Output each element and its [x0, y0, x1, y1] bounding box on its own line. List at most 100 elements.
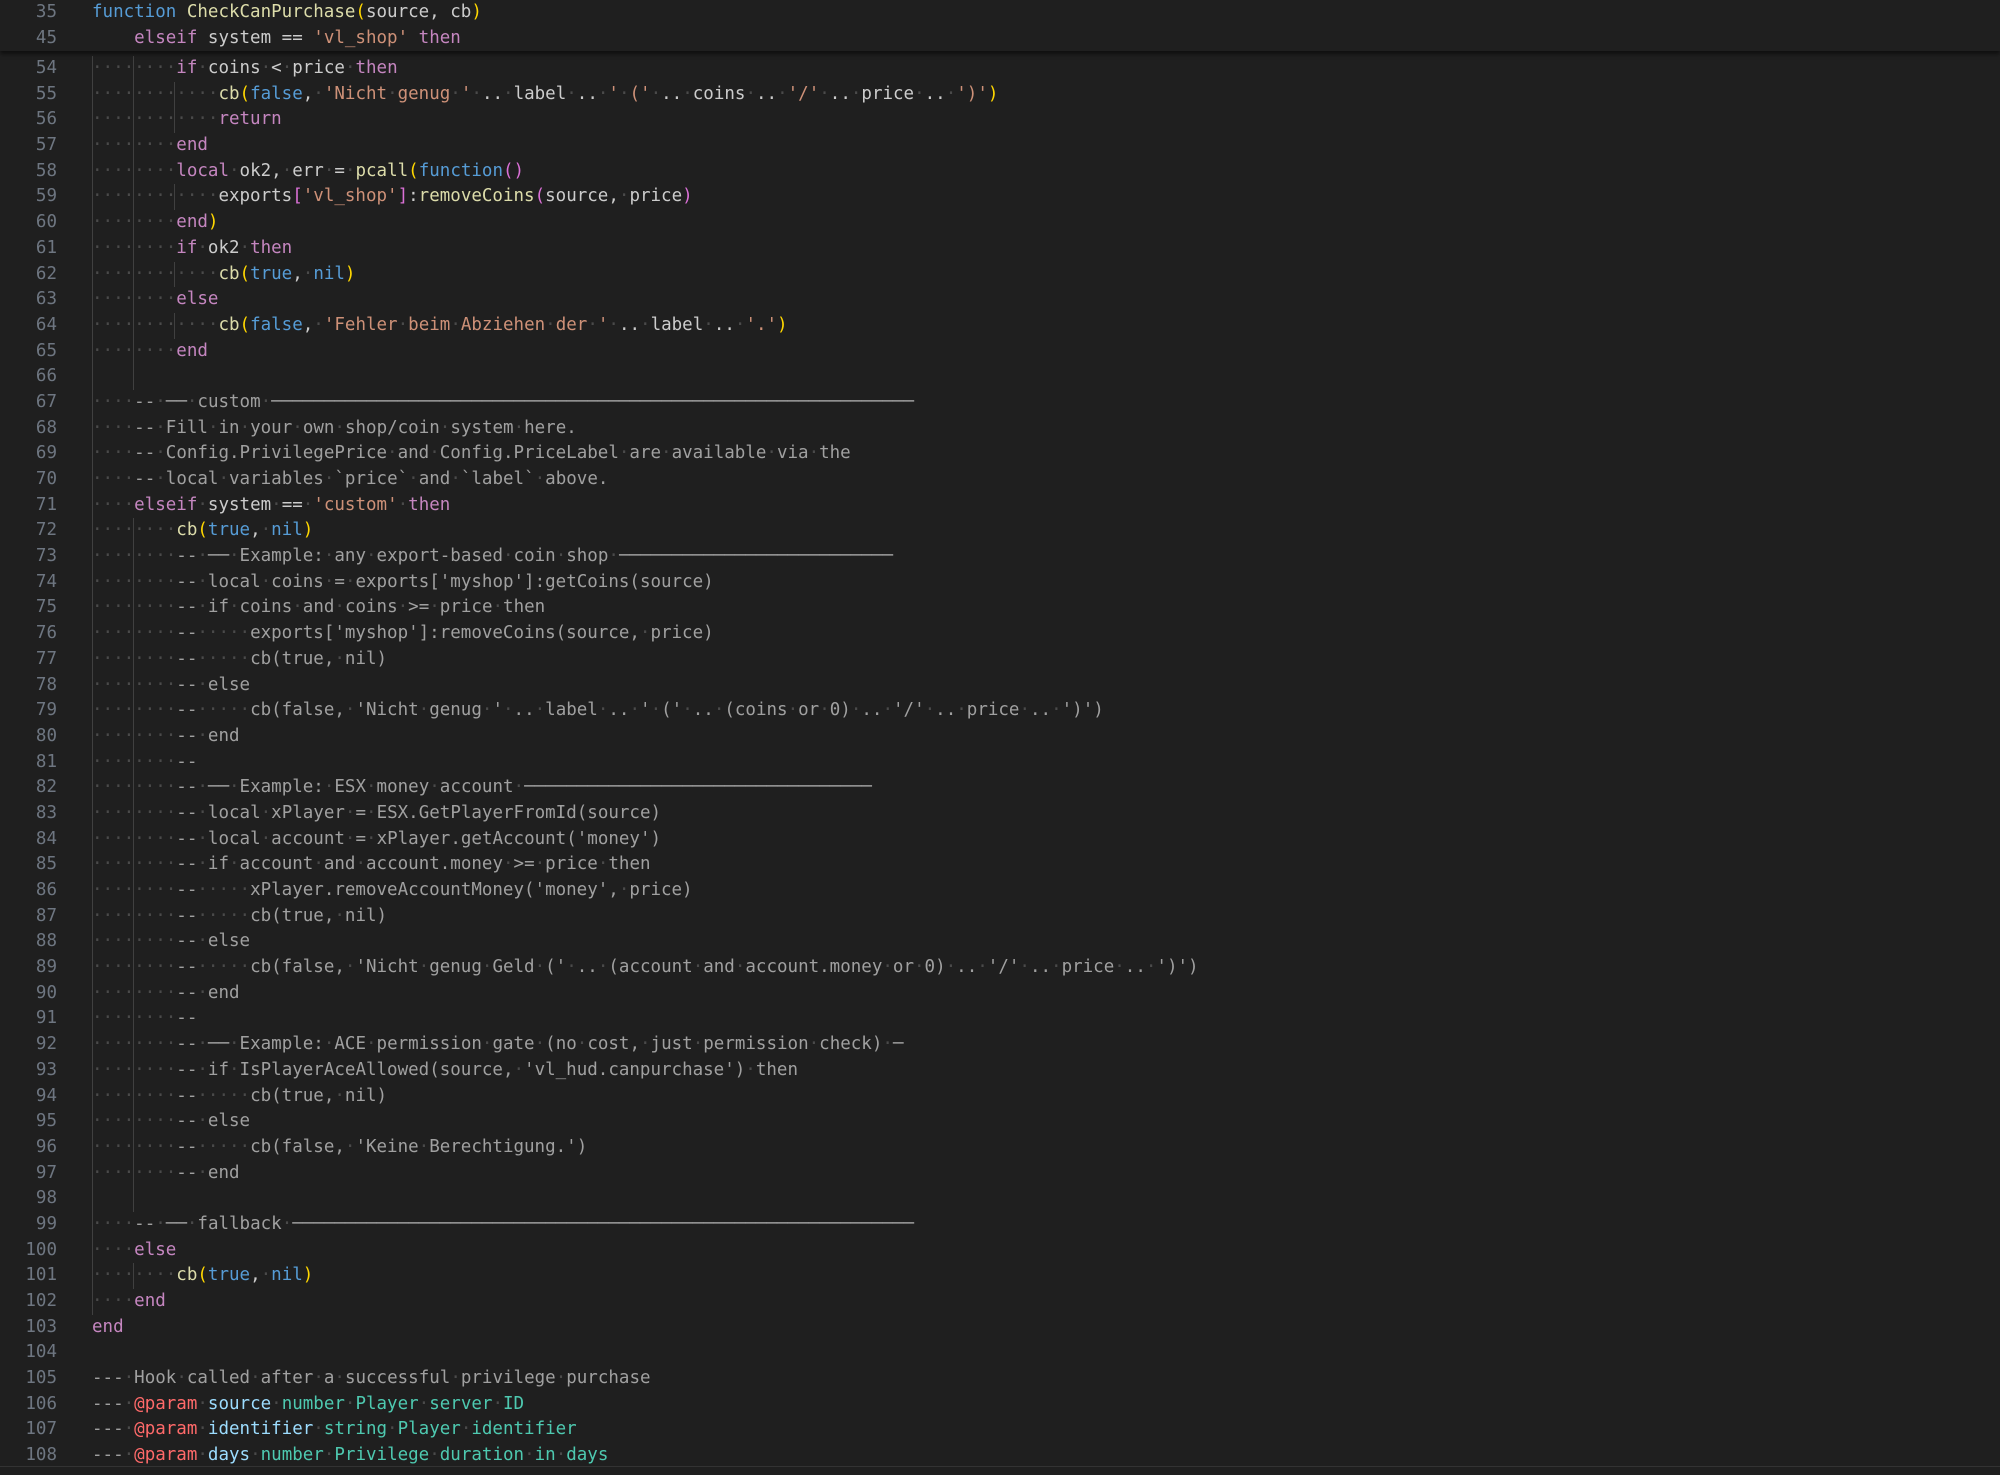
- line-number[interactable]: 72: [0, 518, 57, 544]
- code-line[interactable]: 57 ········end: [0, 133, 2000, 159]
- line-code[interactable]: ---·@param·source·number·Player·server·I…: [92, 1392, 524, 1418]
- line-number[interactable]: 100: [0, 1238, 57, 1264]
- line-number[interactable]: 58: [0, 159, 57, 185]
- line-code[interactable]: ········--·····xPlayer.removeAccountMone…: [92, 878, 693, 904]
- line-number[interactable]: 90: [0, 981, 57, 1007]
- code-line[interactable]: 77 ········--·····cb(true,·nil): [0, 646, 2000, 673]
- code-line[interactable]: 89 ········--·····cb(false,·'Nicht·genug·…: [0, 955, 2000, 981]
- line-number[interactable]: 59: [0, 184, 57, 210]
- line-code[interactable]: ········--·local·coins·=·exports['myshop…: [92, 570, 714, 596]
- code-line[interactable]: 66: [0, 364, 2000, 390]
- line-code[interactable]: ········cb(true,·nil): [92, 518, 313, 544]
- line-code[interactable]: ····end: [92, 1289, 166, 1315]
- code-line[interactable]: 104: [0, 1340, 2000, 1366]
- code-line[interactable]: 78 ········--·else: [0, 672, 2000, 699]
- code-line[interactable]: 99 ····--·──·fallback·───────────────────…: [0, 1211, 2000, 1238]
- code-line[interactable]: 69 ····--·Config.PrivilegePrice·and·Confi…: [0, 441, 2000, 467]
- code-line[interactable]: 62 ············cb(true,·nil): [0, 261, 2000, 288]
- line-number[interactable]: 45: [0, 26, 57, 52]
- line-code[interactable]: ········--·····exports['myshop']:removeC…: [92, 621, 714, 647]
- code-line[interactable]: 74 ········--·local·coins·=·exports['mysh…: [0, 569, 2000, 596]
- line-number[interactable]: 73: [0, 544, 57, 570]
- line-number[interactable]: 96: [0, 1135, 57, 1161]
- line-code[interactable]: ---·Hook·called·after·a·successful·privi…: [92, 1366, 651, 1392]
- line-code[interactable]: ····--·──·fallback·─────────────────────…: [92, 1212, 914, 1238]
- line-code[interactable]: ····--·Fill·in·your·own·shop/coin·system…: [92, 416, 577, 442]
- line-number[interactable]: 85: [0, 852, 57, 878]
- line-number[interactable]: 82: [0, 775, 57, 801]
- line-number[interactable]: 67: [0, 390, 57, 416]
- line-number[interactable]: 35: [0, 0, 57, 26]
- line-number[interactable]: 79: [0, 698, 57, 724]
- line-number[interactable]: 108: [0, 1443, 57, 1469]
- line-code[interactable]: function CheckCanPurchase(source, cb): [92, 0, 482, 26]
- line-code[interactable]: ········end): [92, 210, 218, 236]
- sticky-scroll-header[interactable]: 35 function CheckCanPurchase(source, cb) 4…: [0, 0, 2000, 51]
- line-code[interactable]: ········--·end: [92, 724, 240, 750]
- code-line[interactable]: 80 ········--·end: [0, 723, 2000, 750]
- code-line[interactable]: 91 ········--: [0, 1006, 2000, 1033]
- line-number[interactable]: 104: [0, 1340, 57, 1366]
- line-code[interactable]: ········--·──·Example:·ESX·money·account…: [92, 775, 872, 801]
- code-line[interactable]: 84 ········--·local·account·=·xPlayer.get…: [0, 826, 2000, 853]
- line-number[interactable]: 92: [0, 1032, 57, 1058]
- code-line[interactable]: 60 ········end): [0, 210, 2000, 236]
- line-number[interactable]: 87: [0, 904, 57, 930]
- line-code[interactable]: ········--·if·coins·and·coins·>=·price·t…: [92, 595, 545, 621]
- code-line[interactable]: 92 ········--·──·Example:·ACE·permission·…: [0, 1032, 2000, 1058]
- code-line[interactable]: 45 elseif system == 'vl_shop' then: [0, 26, 2000, 52]
- code-line[interactable]: 83 ········--·local·xPlayer·=·ESX.GetPlay…: [0, 800, 2000, 827]
- line-code[interactable]: ········--·····cb(true,·nil): [92, 904, 387, 930]
- line-number[interactable]: 88: [0, 929, 57, 955]
- line-code[interactable]: ····--·──·custom·───────────────────────…: [92, 390, 914, 416]
- code-line[interactable]: 63 ········else: [0, 287, 2000, 313]
- line-code[interactable]: ········cb(true,·nil): [92, 1263, 313, 1289]
- line-number[interactable]: 107: [0, 1417, 57, 1443]
- line-code[interactable]: ---·@param·identifier·string·Player·iden…: [92, 1417, 577, 1443]
- line-code[interactable]: ····--·Config.PrivilegePrice·and·Config.…: [92, 441, 851, 467]
- line-code[interactable]: ········--·····cb(true,·nil): [92, 647, 387, 673]
- line-number[interactable]: 70: [0, 467, 57, 493]
- code-line[interactable]: 94 ········--·····cb(true,·nil): [0, 1083, 2000, 1110]
- line-code[interactable]: ············return: [92, 107, 282, 133]
- line-code[interactable]: ········if·ok2·then: [92, 236, 292, 262]
- line-number[interactable]: 86: [0, 878, 57, 904]
- line-number[interactable]: 81: [0, 750, 57, 776]
- line-code[interactable]: ········--·····cb(false,·'Keine·Berechti…: [92, 1135, 587, 1161]
- line-number[interactable]: 74: [0, 570, 57, 596]
- line-number[interactable]: 95: [0, 1109, 57, 1135]
- line-code[interactable]: ········--·──·Example:·any·export-based·…: [92, 544, 893, 570]
- line-number[interactable]: 98: [0, 1186, 57, 1212]
- line-number[interactable]: 101: [0, 1263, 57, 1289]
- line-number[interactable]: 62: [0, 262, 57, 288]
- line-code[interactable]: ············cb(false,·'Nicht·genug·'·..·…: [92, 82, 998, 108]
- line-code[interactable]: ············cb(false,·'Fehler·beim·Abzie…: [92, 313, 788, 339]
- code-line[interactable]: 71 ····elseif·system·==·'custom'·then: [0, 492, 2000, 519]
- line-code[interactable]: ············cb(true,·nil): [92, 262, 355, 288]
- line-number[interactable]: 93: [0, 1058, 57, 1084]
- code-line[interactable]: 95 ········--·else: [0, 1109, 2000, 1135]
- line-code[interactable]: end: [92, 1315, 124, 1341]
- code-line[interactable]: 79 ········--·····cb(false,·'Nicht·genug·…: [0, 698, 2000, 724]
- code-line[interactable]: 75 ········--·if·coins·and·coins·>=·price…: [0, 595, 2000, 622]
- line-code[interactable]: ········--·if·IsPlayerAceAllowed(source,…: [92, 1058, 798, 1084]
- code-line[interactable]: 97 ········--·end: [0, 1160, 2000, 1187]
- line-number[interactable]: 69: [0, 441, 57, 467]
- line-code[interactable]: ········--·else: [92, 1109, 250, 1135]
- code-line[interactable]: 55 ············cb(false,·'Nicht·genug·'·.…: [0, 81, 2000, 108]
- line-number[interactable]: 60: [0, 210, 57, 236]
- line-code[interactable]: ········--: [92, 750, 197, 776]
- line-number[interactable]: 76: [0, 621, 57, 647]
- code-line[interactable]: 100 ····else: [0, 1237, 2000, 1264]
- line-number[interactable]: 84: [0, 827, 57, 853]
- line-code[interactable]: ········end: [92, 133, 208, 159]
- line-number[interactable]: 106: [0, 1392, 57, 1418]
- code-editor[interactable]: 35 function CheckCanPurchase(source, cb) 4…: [0, 0, 2000, 1475]
- line-number[interactable]: 77: [0, 647, 57, 673]
- line-code[interactable]: ········--·if·account·and·account.money·…: [92, 852, 651, 878]
- line-code[interactable]: ---·@param·days·number·Privilege·duratio…: [92, 1443, 608, 1469]
- line-number[interactable]: 91: [0, 1006, 57, 1032]
- code-line[interactable]: 58 ········local·ok2,·err·=·pcall(functio…: [0, 158, 2000, 185]
- line-code[interactable]: ····elseif·system·==·'custom'·then: [92, 493, 450, 519]
- line-code[interactable]: ········--: [92, 1006, 197, 1032]
